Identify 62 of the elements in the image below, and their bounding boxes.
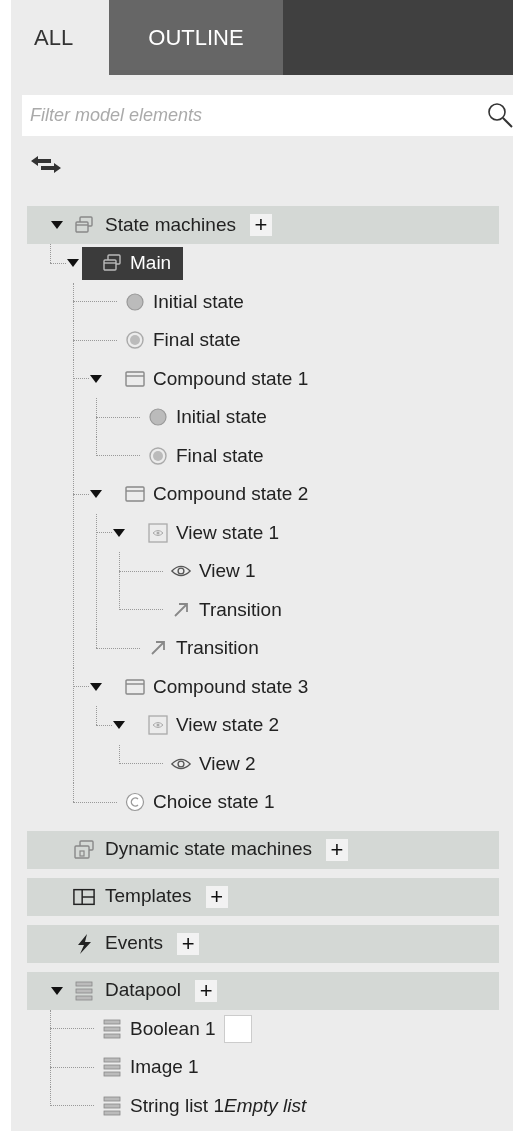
tree-item[interactable]: Boolean 1 — [101, 1012, 264, 1046]
tree-item[interactable]: Initial state — [124, 285, 256, 319]
framed-eye-icon — [148, 715, 168, 736]
tree-item[interactable]: View state 1 — [147, 516, 292, 550]
stacked-windows-icon — [73, 839, 95, 860]
swap-arrows-icon[interactable] — [29, 156, 63, 174]
section-header[interactable]: Events + — [27, 924, 499, 963]
tree-item[interactable]: Compound state 3 — [124, 670, 321, 704]
add-button[interactable]: + — [205, 885, 228, 908]
filter-field[interactable]: Filter model elements — [22, 95, 513, 136]
layout-grid-icon — [73, 886, 95, 907]
collapse-triangle-icon[interactable] — [50, 985, 64, 996]
tree-item[interactable]: View state 2 — [147, 708, 292, 742]
window-icon — [125, 369, 145, 388]
tree-item[interactable]: String list 1Empty list — [101, 1089, 319, 1123]
ring-circle-icon — [148, 445, 168, 466]
framed-eye-icon — [148, 522, 168, 543]
tree-item[interactable]: Final state — [147, 439, 276, 473]
tree-item[interactable]: View 2 — [170, 747, 268, 781]
window-icon — [125, 485, 145, 504]
tree-item[interactable]: View 1 — [170, 554, 268, 588]
search-icon[interactable] — [487, 102, 513, 128]
tree-item[interactable]: Choice state 1 — [124, 785, 287, 819]
filled-circle-icon — [125, 291, 145, 312]
c-circle-icon — [125, 792, 145, 813]
add-button[interactable]: + — [325, 838, 348, 861]
collapse-triangle-icon[interactable] — [112, 527, 126, 538]
filled-circle-icon — [148, 407, 168, 428]
tree-item[interactable]: Transition — [147, 631, 271, 665]
collapse-triangle-icon[interactable] — [89, 489, 103, 500]
section-header[interactable]: State machines + — [27, 206, 499, 244]
window-icon — [125, 677, 145, 696]
collapse-triangle-icon[interactable] — [66, 258, 80, 269]
tab[interactable]: ALL — [11, 0, 109, 75]
tree-item[interactable]: Main — [82, 246, 184, 280]
tree-item[interactable]: Final state — [124, 323, 253, 357]
tree-item[interactable]: Initial state — [147, 400, 279, 434]
lightning-icon — [75, 932, 93, 955]
collapse-triangle-icon[interactable] — [89, 373, 103, 384]
collapse-triangle-icon[interactable] — [89, 681, 103, 692]
add-button[interactable]: + — [249, 214, 272, 236]
section-header[interactable]: Datapool + — [27, 971, 499, 1010]
database-rows-icon — [103, 1057, 121, 1078]
database-rows-icon — [103, 1018, 121, 1039]
add-button[interactable]: + — [195, 979, 218, 1002]
collapse-triangle-icon[interactable] — [112, 720, 126, 731]
tree-item[interactable]: Transition — [170, 593, 294, 627]
tab[interactable]: OUTLINE — [109, 0, 283, 75]
tree-item[interactable]: Image 1 — [101, 1050, 211, 1084]
section-header[interactable]: Templates + — [27, 877, 499, 916]
stacked-windows-icon — [102, 254, 122, 273]
checkbox[interactable] — [223, 1014, 252, 1043]
tree-item[interactable]: Compound state 1 — [124, 362, 321, 396]
ring-circle-icon — [125, 330, 145, 351]
collapse-triangle-icon[interactable] — [50, 220, 64, 230]
diagonal-arrow-icon — [172, 600, 190, 619]
database-rows-icon — [103, 1095, 121, 1116]
stacked-windows-icon — [74, 216, 94, 234]
section-header[interactable]: Dynamic state machines + — [27, 830, 499, 869]
tree-item[interactable]: Compound state 2 — [124, 477, 321, 511]
add-button[interactable]: + — [177, 932, 200, 955]
database-rows-icon — [75, 980, 93, 1001]
